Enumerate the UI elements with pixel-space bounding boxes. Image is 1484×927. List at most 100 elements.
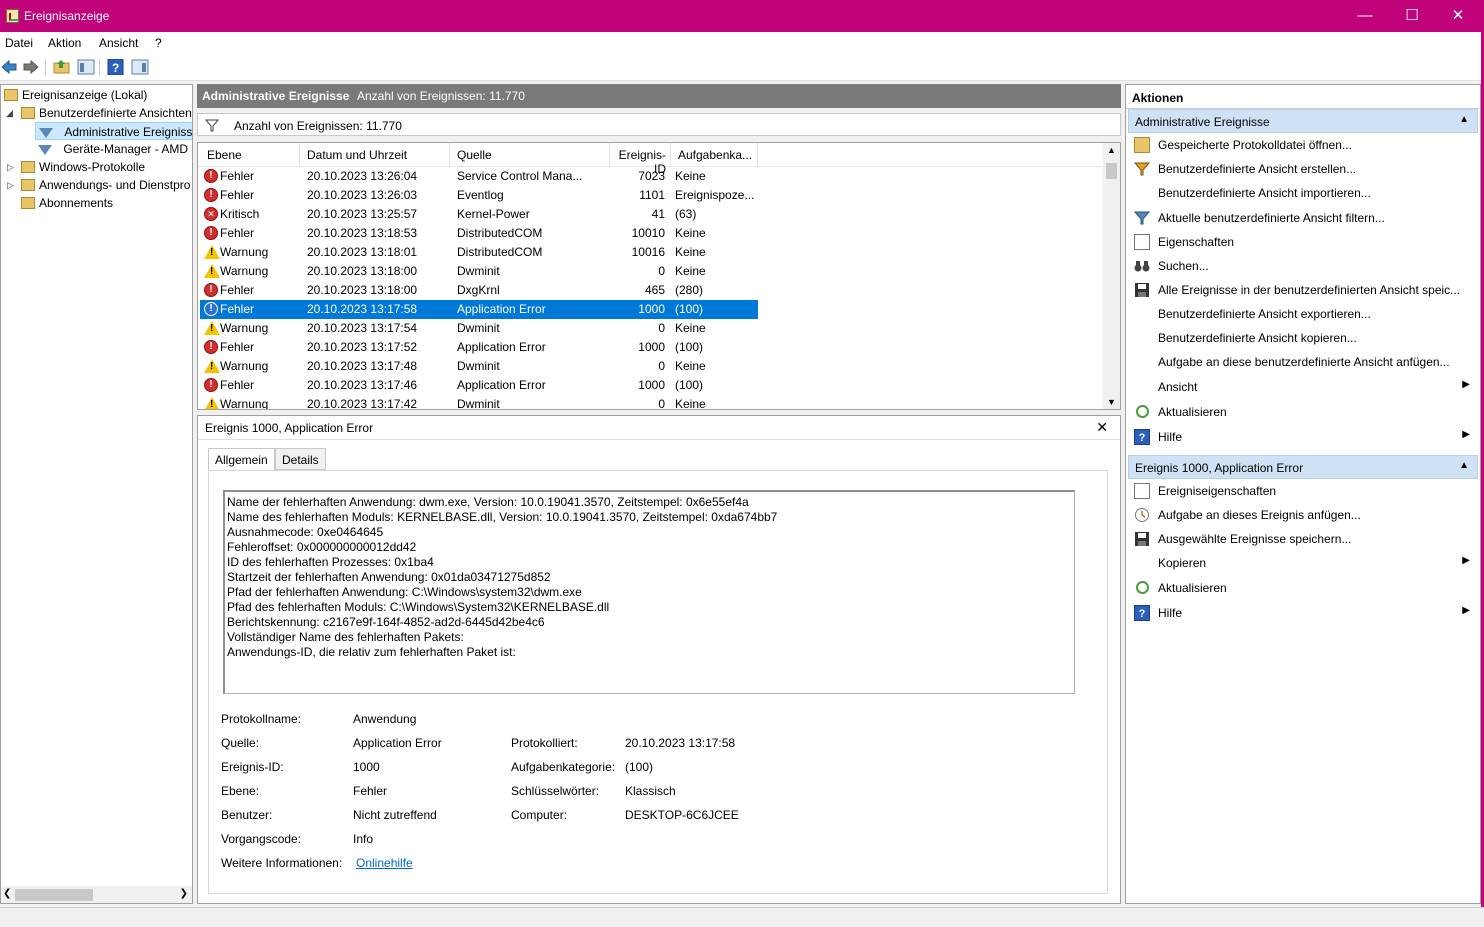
error-icon: ! (204, 340, 218, 354)
scroll-thumb[interactable] (15, 889, 93, 901)
collapse-chevron-icon[interactable]: ◢ (6, 108, 13, 119)
maximize-button[interactable]: ☐ (1389, 0, 1435, 32)
table-row[interactable]: ! Fehler 20.10.2023 13:18:53 DistributedCOM… (200, 224, 758, 243)
horizontal-scrollbar[interactable]: ❮ ❯ (1, 886, 192, 903)
user-value: Nicht zutreffend (353, 808, 437, 822)
column-date[interactable]: Datum und Uhrzeit (307, 148, 407, 162)
help-icon: ? (1134, 429, 1150, 445)
scroll-left-icon[interactable]: ❮ (3, 888, 11, 899)
status-bar (0, 907, 1484, 927)
scroll-thumb[interactable] (1106, 163, 1117, 179)
section-event-1000[interactable]: Ereignis 1000, Application Error ▲ (1128, 455, 1478, 479)
table-row[interactable]: ! Fehler 20.10.2023 13:17:58 Application Er… (200, 300, 758, 319)
column-level[interactable]: Ebene (207, 148, 242, 162)
action-item[interactable]: Benutzerdefinierte Ansicht importieren..… (1128, 181, 1478, 205)
tree-subscriptions[interactable]: Abonnements (21, 194, 113, 212)
table-row[interactable]: ✕ Kritisch 20.10.2023 13:25:57 Kernel-Power… (200, 205, 758, 224)
help-icon: ? (1134, 605, 1150, 621)
action-item[interactable]: Ereigniseigenschaften (1128, 479, 1478, 503)
tree-root[interactable]: Ereignisanzeige (Lokal) (4, 86, 147, 104)
submenu-arrow-icon: ▶ (1462, 429, 1470, 440)
close-button[interactable]: ✕ (1435, 0, 1481, 32)
help-icon[interactable]: ? (107, 58, 125, 76)
actions-header: Aktionen (1126, 85, 1480, 109)
table-row[interactable]: ! Fehler 20.10.2023 13:26:03 Eventlog 1101 Er… (200, 186, 758, 205)
tab-general[interactable]: Allgemein (208, 448, 275, 471)
show-hide-tree-icon[interactable] (77, 58, 95, 76)
table-row[interactable]: ! Fehler 20.10.2023 13:17:52 Application Er… (200, 338, 758, 357)
action-item[interactable]: Benutzerdefinierte Ansicht kopieren... (1128, 326, 1478, 350)
title-bar[interactable]: Ereignisanzeige — ☐ ✕ (0, 0, 1484, 32)
action-item[interactable]: Aktualisieren (1128, 400, 1478, 424)
source-value: Application Error (353, 736, 442, 750)
event-description[interactable]: Name der fehlerhaften Anwendung: dwm.exe… (223, 490, 1075, 694)
action-item[interactable]: Suchen... (1128, 254, 1478, 278)
minimize-button[interactable]: — (1342, 0, 1388, 32)
description-line: Berichtskennung: c2167e9f-164f-4852-ad2d… (227, 615, 545, 629)
action-label: Ausgewählte Ereignisse speichern... (1158, 532, 1352, 546)
back-arrow-icon[interactable] (0, 58, 18, 76)
menu-help[interactable]: ? (155, 36, 162, 50)
table-row[interactable]: ! Fehler 20.10.2023 13:26:04 Service Contro… (200, 167, 758, 186)
online-help-link[interactable]: Onlinehilfe (356, 856, 413, 870)
collapse-section-icon[interactable]: ▲ (1459, 114, 1469, 125)
action-item[interactable]: Alle Ereignisse in der benutzerdefiniert… (1128, 278, 1478, 302)
scroll-up-icon[interactable]: ▲ (1107, 145, 1116, 155)
expand-chevron-icon[interactable]: ▷ (7, 162, 14, 173)
column-task-category[interactable]: Aufgabenka... (678, 148, 752, 162)
menu-ansicht[interactable]: Ansicht (99, 36, 138, 50)
action-item[interactable]: Ansicht ▶ (1128, 375, 1478, 399)
description-line: Name der fehlerhaften Anwendung: dwm.exe… (227, 495, 749, 509)
save-icon (1135, 532, 1149, 546)
action-label: Gespeicherte Protokolldatei öffnen... (1158, 138, 1352, 152)
action-item[interactable]: Aufgabe an diese benutzerdefinierte Ansi… (1128, 350, 1478, 374)
tab-details[interactable]: Details (275, 448, 326, 470)
table-row[interactable]: ! Warnung 20.10.2023 13:17:54 Dwminit 0 Keine (200, 319, 758, 338)
action-item[interactable]: Aktuelle benutzerdefinierte Ansicht filt… (1128, 206, 1478, 230)
collapse-section-icon[interactable]: ▲ (1459, 460, 1469, 471)
action-item[interactable]: Kopieren ▶ (1128, 551, 1478, 575)
action-label: Aktualisieren (1158, 405, 1227, 419)
action-item[interactable]: Benutzerdefinierte Ansicht erstellen... (1128, 157, 1478, 181)
menu-aktion[interactable]: Aktion (48, 36, 81, 50)
scroll-down-icon[interactable]: ▼ (1107, 397, 1116, 407)
action-label: Benutzerdefinierte Ansicht importieren..… (1158, 186, 1371, 200)
close-detail-icon[interactable]: ✕ (1096, 419, 1108, 436)
table-row[interactable]: ! Fehler 20.10.2023 13:17:46 Application Er… (200, 376, 758, 395)
table-row[interactable]: ! Warnung 20.10.2023 13:17:48 Dwminit 0 Keine (200, 357, 758, 376)
error-icon: ! (204, 169, 218, 183)
submenu-arrow-icon: ▶ (1462, 605, 1470, 616)
action-item[interactable]: ? Hilfe ▶ (1128, 601, 1478, 625)
tree-custom-views[interactable]: Benutzerdefinierte Ansichten (21, 104, 192, 122)
cell-task-category: Keine (675, 226, 706, 240)
vertical-scrollbar[interactable]: ▲ ▼ (1103, 143, 1120, 409)
table-row[interactable]: ! Warnung 20.10.2023 13:18:01 DistributedCO… (200, 243, 758, 262)
section-admin-events[interactable]: Administrative Ereignisse ▲ (1128, 109, 1478, 133)
table-row[interactable]: ! Fehler 20.10.2023 13:18:00 DxgKrnl 465 (280… (200, 281, 758, 300)
show-hide-action-pane-icon[interactable] (131, 58, 149, 76)
action-label: Kopieren (1158, 556, 1207, 570)
action-item[interactable]: Gespeicherte Protokolldatei öffnen... (1128, 133, 1478, 157)
action-item[interactable]: Benutzerdefinierte Ansicht exportieren..… (1128, 302, 1478, 326)
action-item[interactable]: Aufgabe an dieses Ereignis anfügen... (1128, 503, 1478, 527)
tree-admin-events[interactable]: Administrative Ereignisse (35, 122, 192, 140)
up-folder-icon[interactable] (53, 58, 71, 76)
action-item[interactable]: Ausgewählte Ereignisse speichern... (1128, 527, 1478, 551)
cell-task-category: (280) (675, 283, 704, 297)
forward-arrow-icon[interactable] (22, 58, 40, 76)
tree-windows-logs[interactable]: Windows-Protokolle (21, 158, 145, 176)
tree-app-service-logs[interactable]: Anwendungs- und Dienstpro (21, 176, 190, 194)
scroll-right-icon[interactable]: ❯ (180, 888, 188, 899)
expand-chevron-icon[interactable]: ▷ (7, 180, 14, 191)
cell-level: Fehler (220, 283, 255, 297)
cell-source: Kernel-Power (457, 207, 530, 221)
table-row[interactable]: ! Warnung 20.10.2023 13:18:00 Dwminit 0 Keine (200, 262, 758, 281)
error-icon: ! (204, 283, 218, 297)
action-item[interactable]: Eigenschaften (1128, 230, 1478, 254)
tree-device-manager[interactable]: Geräte-Manager - AMD F (38, 140, 192, 158)
column-source[interactable]: Quelle (457, 148, 492, 162)
action-item[interactable]: Aktualisieren (1128, 576, 1478, 600)
menu-datei[interactable]: Datei (5, 36, 33, 50)
table-row[interactable]: ! Warnung 20.10.2023 13:17:42 Dwminit 0 Keine (200, 395, 758, 409)
action-item[interactable]: ? Hilfe ▶ (1128, 425, 1478, 449)
